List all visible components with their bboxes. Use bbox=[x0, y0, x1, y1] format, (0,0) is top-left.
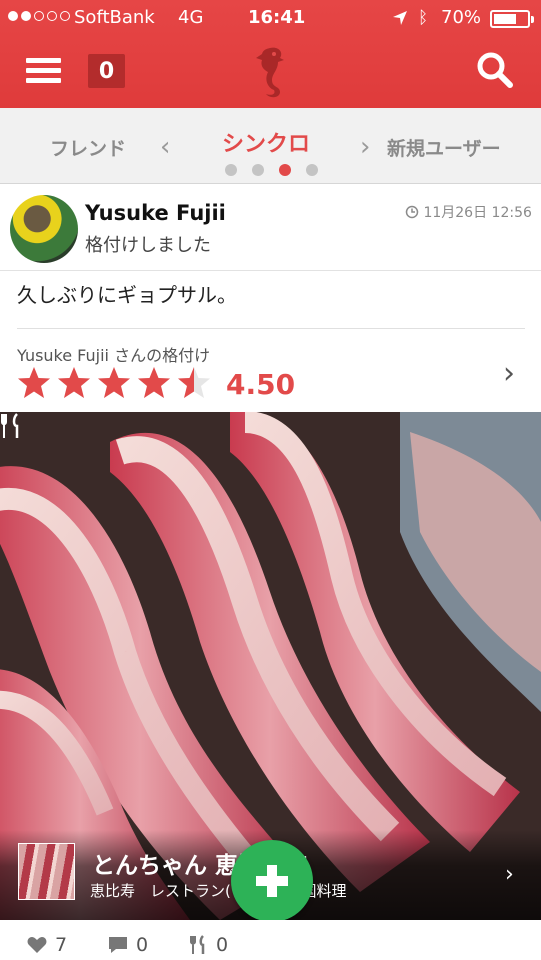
add-button[interactable] bbox=[231, 840, 313, 933]
star-icon bbox=[97, 366, 131, 400]
like-count: 7 bbox=[55, 934, 68, 956]
avatar[interactable] bbox=[10, 195, 78, 263]
feed-tab-bar: フレンド ‹ シンクロ › 新規ユーザー bbox=[0, 108, 541, 184]
fork-knife-icon bbox=[190, 935, 205, 954]
user-name[interactable]: Yusuke Fujii bbox=[85, 201, 226, 225]
page-dot bbox=[279, 164, 291, 176]
fork-knife-icon bbox=[1, 413, 19, 438]
menu-icon[interactable] bbox=[26, 58, 61, 84]
signal-dot bbox=[34, 11, 44, 21]
heart-icon bbox=[27, 937, 47, 953]
clock-icon bbox=[405, 205, 419, 219]
fork-button[interactable]: 0 bbox=[190, 934, 228, 956]
comment-count: 0 bbox=[136, 934, 149, 956]
battery-fill bbox=[494, 14, 517, 24]
carrier-name: SoftBank bbox=[74, 7, 155, 28]
plus-icon-vertical bbox=[267, 865, 277, 897]
timestamp-text: 11月26日 12:56 bbox=[423, 205, 532, 221]
location-arrow-icon bbox=[393, 11, 407, 25]
post-timestamp: 11月26日 12:56 bbox=[405, 202, 532, 222]
comment-button[interactable]: 0 bbox=[108, 934, 148, 956]
signal-dot bbox=[60, 11, 70, 21]
signal-dot bbox=[21, 11, 31, 21]
star-icon bbox=[57, 366, 91, 400]
page-dot bbox=[252, 164, 264, 176]
star-icon bbox=[137, 366, 171, 400]
fork-count: 0 bbox=[216, 934, 229, 956]
place-thumbnail[interactable] bbox=[18, 843, 75, 900]
page-dot bbox=[225, 164, 237, 176]
signal-strength-icon bbox=[8, 11, 70, 21]
chevron-right-icon[interactable]: › bbox=[360, 132, 370, 162]
star-icon bbox=[17, 366, 51, 400]
tab-synchro[interactable]: シンクロ bbox=[222, 126, 310, 158]
bluetooth-icon: ᛒ bbox=[418, 8, 429, 28]
battery-nub bbox=[531, 16, 534, 23]
signal-dot bbox=[47, 11, 57, 21]
tab-new-users[interactable]: 新規ユーザー bbox=[387, 134, 501, 161]
post-actions: 7 0 0 bbox=[0, 920, 541, 960]
status-time: 16:41 bbox=[248, 7, 306, 28]
post-comment: 久しぶりにギョプサル。 bbox=[17, 283, 237, 307]
notification-badge[interactable]: 0 bbox=[88, 54, 125, 88]
chevron-right-icon[interactable]: › bbox=[503, 356, 515, 391]
seahorse-icon bbox=[256, 47, 284, 98]
post-action: 格付けしました bbox=[85, 235, 211, 256]
rating-stars bbox=[17, 366, 211, 400]
status-bar: SoftBank 4G 16:41 ᛒ 70% bbox=[0, 0, 541, 36]
network-type: 4G bbox=[178, 7, 204, 28]
page-dot bbox=[306, 164, 318, 176]
signal-dot bbox=[8, 11, 18, 21]
chevron-left-icon[interactable]: ‹ bbox=[160, 132, 170, 162]
chevron-right-icon[interactable]: › bbox=[505, 862, 514, 887]
rating-label: Yusuke Fujii さんの格付け bbox=[17, 346, 211, 365]
search-icon[interactable] bbox=[476, 51, 514, 89]
divider bbox=[17, 328, 525, 329]
post-header: Yusuke Fujii 格付けしました 11月26日 12:56 bbox=[0, 185, 541, 271]
star-icon bbox=[177, 366, 211, 400]
battery-icon bbox=[490, 10, 534, 28]
page-indicator bbox=[225, 164, 318, 176]
speech-bubble-icon bbox=[109, 937, 127, 953]
tab-friends[interactable]: フレンド bbox=[50, 134, 126, 161]
app-header: SoftBank 4G 16:41 ᛒ 70% 0 bbox=[0, 0, 541, 108]
like-button[interactable]: 7 bbox=[27, 934, 67, 956]
battery-percentage: 70% bbox=[441, 7, 482, 28]
rating-row[interactable]: Yusuke Fujii さんの格付け 4.50 › bbox=[0, 330, 541, 412]
rating-value: 4.50 bbox=[226, 368, 296, 401]
